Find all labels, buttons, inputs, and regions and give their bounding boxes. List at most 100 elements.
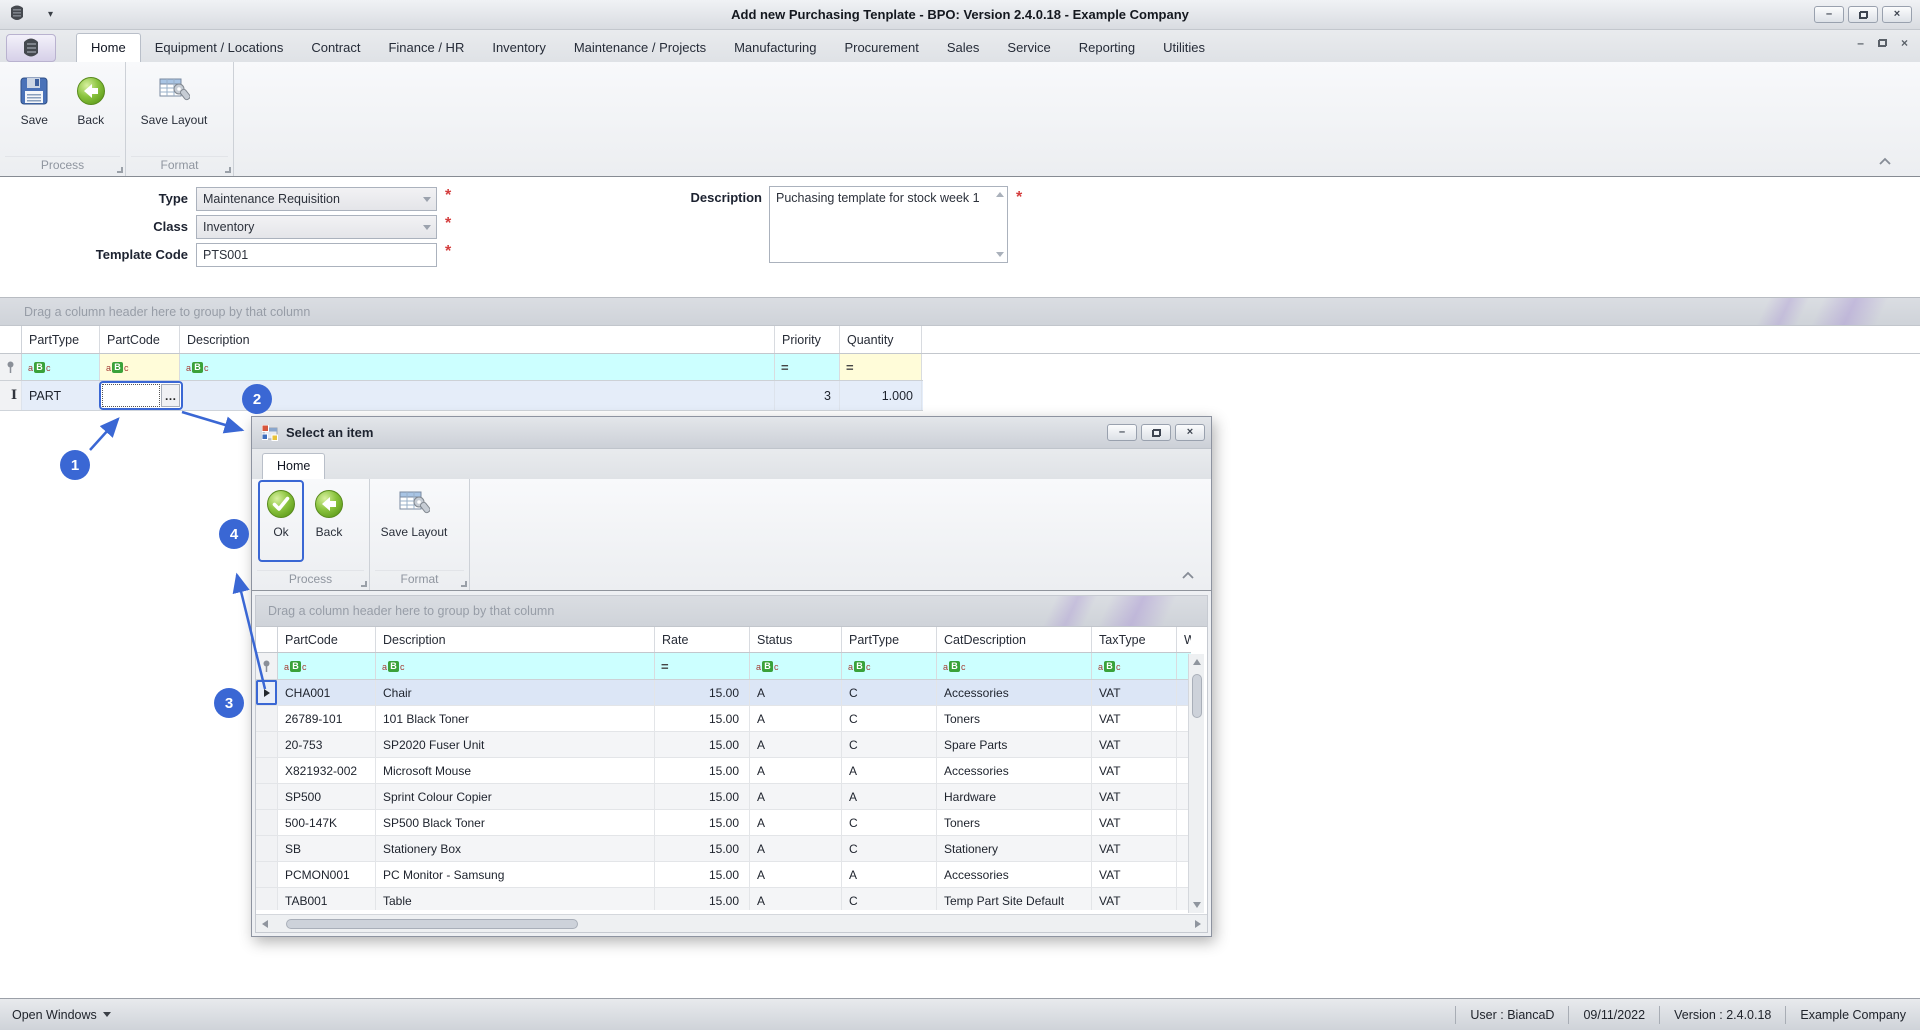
menu-tab[interactable]: Utilities [1149, 34, 1219, 62]
ellipsis-lookup-button[interactable]: … [161, 384, 180, 407]
application-menu-button[interactable] [6, 34, 56, 62]
filter-cell-status[interactable]: aBc [750, 653, 842, 679]
parttype-cell[interactable]: C [842, 680, 937, 705]
description-memo[interactable]: Puchasing template for stock week 1 [769, 186, 1008, 263]
scrollbar-thumb[interactable] [1192, 674, 1202, 718]
column-header[interactable]: Rate [655, 627, 750, 652]
mdi-minimize-button[interactable]: – [1857, 36, 1864, 50]
rate-cell[interactable]: 15.00 [655, 862, 750, 887]
description-cell[interactable]: Microsoft Mouse [376, 758, 655, 783]
vertical-scrollbar[interactable] [1188, 654, 1204, 913]
template-code-input[interactable]: PTS001 [196, 243, 437, 267]
rate-cell[interactable]: 15.00 [655, 888, 750, 910]
table-row[interactable]: X821932-002 Microsoft Mouse 15.00 A A Ac… [256, 758, 1191, 784]
partcode-cell[interactable]: X821932-002 [278, 758, 376, 783]
open-windows-button[interactable]: Open Windows [12, 1008, 111, 1022]
catdescription-cell[interactable]: Accessories [937, 862, 1092, 887]
status-cell[interactable]: A [750, 810, 842, 835]
filter-cell-priority[interactable]: = [775, 354, 840, 380]
table-row[interactable]: TAB001 Table 15.00 A C Temp Part Site De… [256, 888, 1191, 910]
parttype-cell[interactable]: C [842, 888, 937, 910]
partcode-cell[interactable]: SB [278, 836, 376, 861]
back-button[interactable]: Back [63, 67, 120, 147]
column-header[interactable]: We [1177, 627, 1191, 652]
table-row[interactable]: 26789-101 101 Black Toner 15.00 A C Tone… [256, 706, 1191, 732]
scroll-left-icon[interactable] [262, 920, 268, 928]
status-cell[interactable]: A [750, 888, 842, 910]
status-cell[interactable]: A [750, 706, 842, 731]
taxtype-cell[interactable]: VAT [1092, 862, 1177, 887]
column-header[interactable]: PartCode [278, 627, 376, 652]
column-header[interactable]: Description [180, 326, 775, 353]
filter-pin-cell[interactable] [0, 354, 22, 380]
dialog-tab-home[interactable]: Home [262, 453, 325, 479]
filter-cell-partcode[interactable]: aBc [100, 354, 180, 380]
menu-tab[interactable]: Finance / HR [374, 34, 478, 62]
column-header[interactable]: CatDescription [937, 627, 1092, 652]
table-row[interactable]: 20-753 SP2020 Fuser Unit 15.00 A C Spare… [256, 732, 1191, 758]
menu-tab[interactable]: Equipment / Locations [141, 34, 298, 62]
taxtype-cell[interactable]: VAT [1092, 784, 1177, 809]
status-cell[interactable]: A [750, 758, 842, 783]
dialog-minimize-button[interactable]: – [1107, 424, 1137, 441]
class-combo[interactable]: Inventory [196, 215, 437, 239]
dialog-maximize-button[interactable] [1141, 424, 1171, 441]
menu-tab[interactable]: Manufacturing [720, 34, 830, 62]
ok-button[interactable]: Ok [258, 480, 304, 562]
status-cell[interactable]: A [750, 836, 842, 861]
minimize-button[interactable]: – [1814, 6, 1844, 23]
catdescription-cell[interactable]: Accessories [937, 680, 1092, 705]
menu-tab[interactable]: Contract [297, 34, 374, 62]
filter-cell-partcode[interactable]: aBc [278, 653, 376, 679]
dialog-title-bar[interactable]: Select an item – × [252, 417, 1211, 449]
restore-button[interactable] [1848, 6, 1878, 23]
rate-cell[interactable]: 15.00 [655, 732, 750, 757]
partcode-cell[interactable]: 20-753 [278, 732, 376, 757]
status-cell[interactable]: A [750, 732, 842, 757]
filter-pin-cell[interactable] [256, 653, 278, 679]
rate-cell[interactable]: 15.00 [655, 680, 750, 705]
scroll-down-icon[interactable] [1193, 902, 1201, 908]
partcode-cell[interactable]: SP500 [278, 784, 376, 809]
menu-tab[interactable]: Sales [933, 34, 994, 62]
process-group-launcher-icon[interactable] [117, 167, 123, 173]
type-combo[interactable]: Maintenance Requisition [196, 187, 437, 211]
description-cell[interactable]: Sprint Colour Copier [376, 784, 655, 809]
menu-tab[interactable]: Home [76, 33, 141, 62]
rate-cell[interactable]: 15.00 [655, 784, 750, 809]
filter-cell-description[interactable]: aBc [180, 354, 775, 380]
status-cell[interactable]: A [750, 784, 842, 809]
taxtype-cell[interactable]: VAT [1092, 732, 1177, 757]
filter-cell-parttype[interactable]: aBc [842, 653, 937, 679]
rate-cell[interactable]: 15.00 [655, 706, 750, 731]
menu-tab[interactable]: Procurement [830, 34, 932, 62]
column-header[interactable]: PartCode [100, 326, 180, 353]
menu-tab[interactable]: Service [993, 34, 1064, 62]
collapse-ribbon-icon[interactable] [1878, 153, 1892, 168]
dialog-back-button[interactable]: Back [306, 482, 352, 560]
filter-cell-parttype[interactable]: aBc [22, 354, 100, 380]
parttype-cell[interactable]: C [842, 706, 937, 731]
format-group-launcher-icon[interactable] [461, 581, 467, 587]
taxtype-cell[interactable]: VAT [1092, 680, 1177, 705]
catdescription-cell[interactable]: Temp Part Site Default [937, 888, 1092, 910]
taxtype-cell[interactable]: VAT [1092, 836, 1177, 861]
mdi-restore-button[interactable] [1878, 39, 1887, 47]
rate-cell[interactable]: 15.00 [655, 836, 750, 861]
table-row[interactable]: CHA001 Chair 15.00 A C Accessories VAT [256, 680, 1191, 706]
partcode-cell[interactable]: 26789-101 [278, 706, 376, 731]
column-header[interactable]: PartType [842, 627, 937, 652]
parttype-cell[interactable]: A [842, 784, 937, 809]
menu-tab[interactable]: Reporting [1065, 34, 1149, 62]
status-cell[interactable]: A [750, 680, 842, 705]
status-cell[interactable]: A [750, 862, 842, 887]
mdi-close-button[interactable]: × [1901, 36, 1908, 50]
description-cell[interactable]: PC Monitor - Samsung [376, 862, 655, 887]
filter-cell-quantity[interactable]: = [840, 354, 922, 380]
scroll-up-icon[interactable] [1193, 659, 1201, 665]
priority-cell[interactable]: 3 [775, 381, 840, 410]
chevron-down-icon[interactable] [418, 188, 436, 210]
parttype-cell[interactable]: PART [22, 381, 100, 410]
dialog-save-layout-button[interactable]: Save Layout [376, 482, 452, 560]
catdescription-cell[interactable]: Spare Parts [937, 732, 1092, 757]
